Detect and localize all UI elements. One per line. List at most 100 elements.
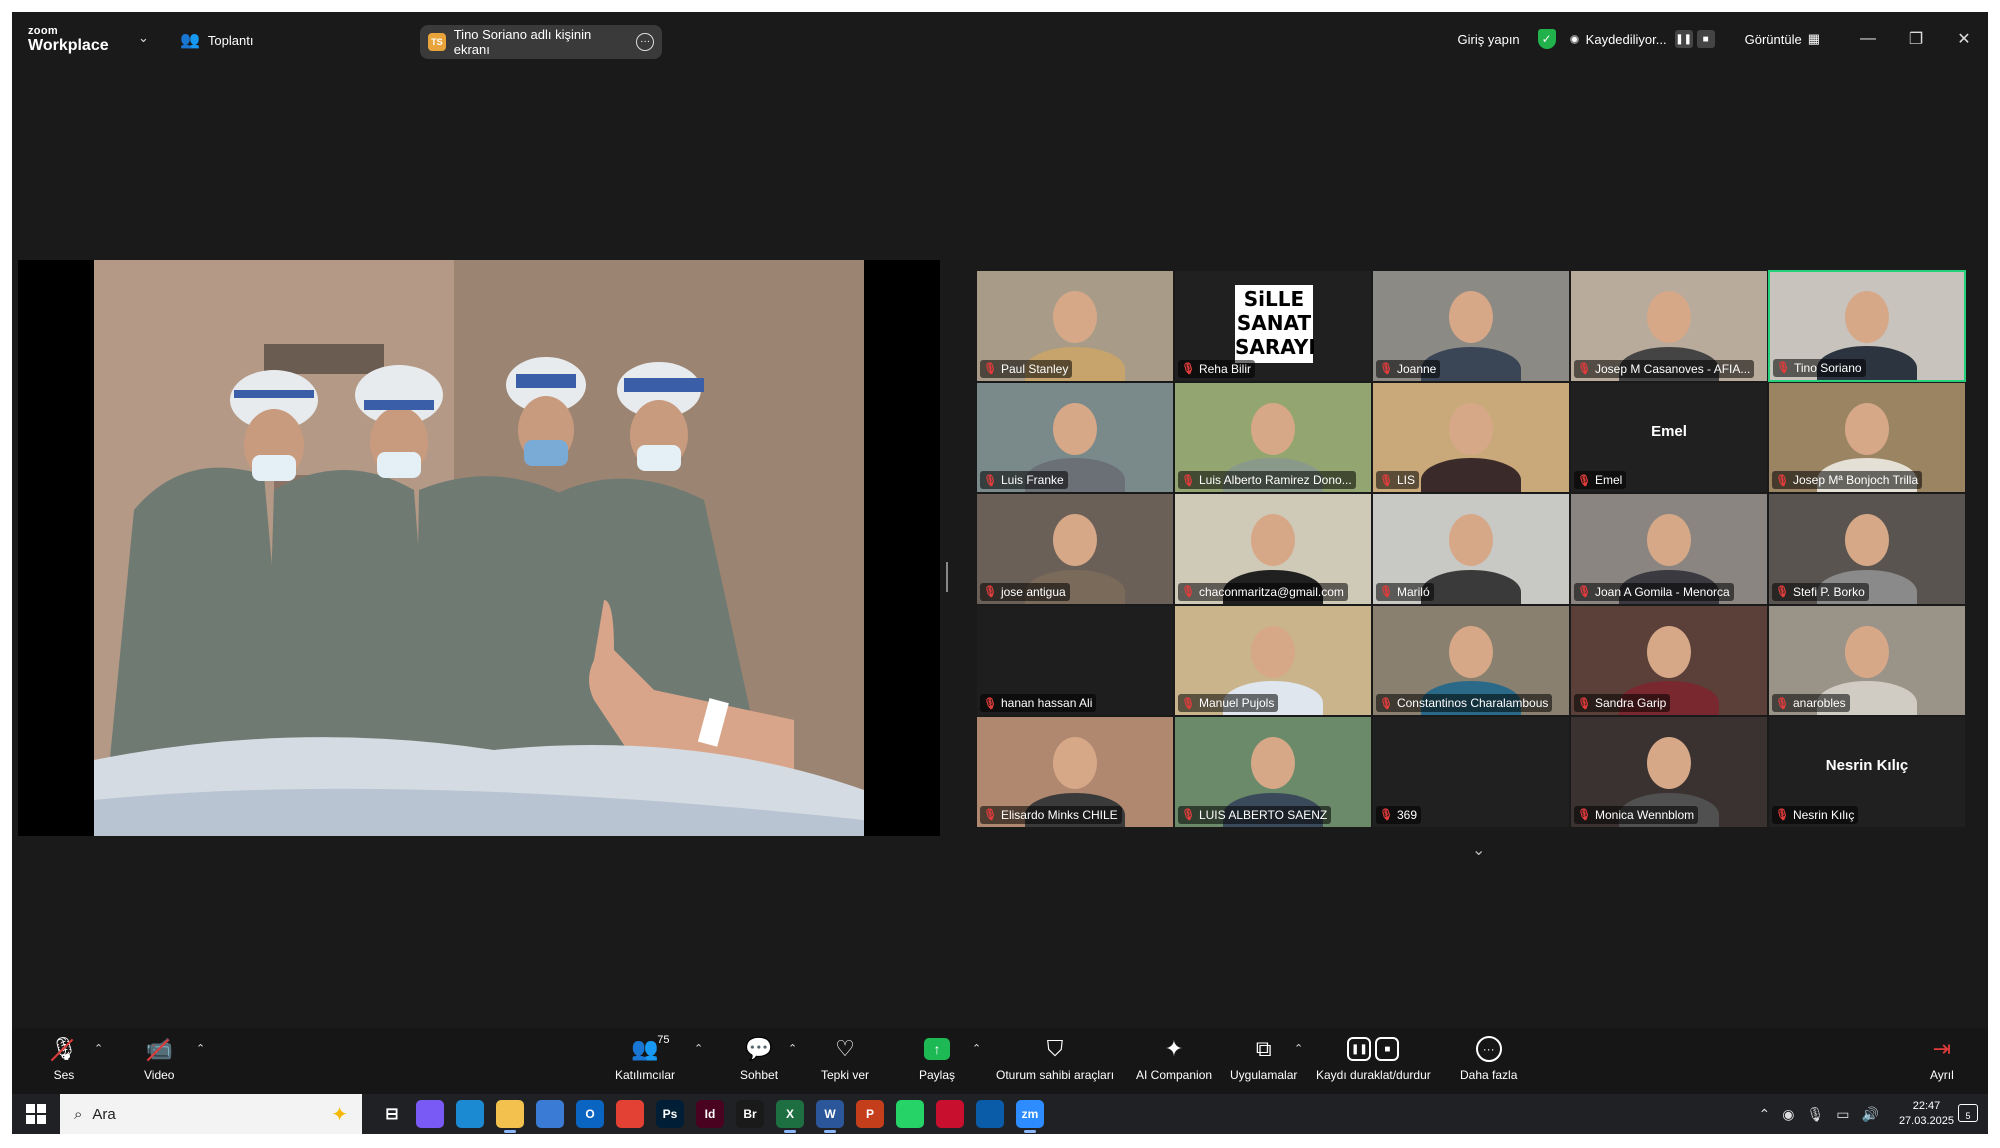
participant-name: Emel: [1594, 473, 1623, 488]
chat-icon: 💬: [745, 1036, 773, 1061]
meeting-info-button[interactable]: 👥 Toplantı: [180, 30, 253, 50]
task-view-icon[interactable]: ⊟: [378, 1100, 406, 1128]
participant-tile[interactable]: 🎙 Luis Alberto Ramirez Dono...: [1174, 381, 1372, 494]
apps-caret-icon[interactable]: ⌃: [1294, 1042, 1303, 1055]
mic-muted-icon: 🎙: [1181, 363, 1195, 376]
chat-label: Sohbet: [740, 1068, 779, 1082]
participant-name-label: 🎙 hanan hassan Ali: [980, 694, 1097, 713]
mic-muted-icon: 🎙: [1577, 586, 1591, 599]
copilot-app-icon[interactable]: [416, 1100, 444, 1128]
scroll-down-chevron-icon[interactable]: ⌄: [1472, 840, 1485, 860]
participant-tile[interactable]: 🎙 Joanne: [1372, 270, 1570, 382]
participant-tile[interactable]: 🎙 Elisardo Minks CHILE: [976, 716, 1174, 828]
zoom-app-icon[interactable]: zm: [1016, 1100, 1044, 1133]
encryption-shield-icon[interactable]: ✓: [1537, 29, 1556, 49]
more-options-icon[interactable]: ···: [636, 33, 654, 51]
participant-tile[interactable]: Nesrin Kılıç 🎙 Nesrin Kılıç: [1768, 716, 1966, 828]
screen-share-indicator[interactable]: TS Tino Soriano adlı kişinin ekranı ···: [420, 25, 662, 59]
close-icon[interactable]: ✕: [1940, 29, 1988, 49]
participant-name: hanan hassan Ali: [1000, 696, 1093, 711]
ai-companion-button[interactable]: ✦ AI Companion: [1136, 1036, 1212, 1082]
system-clock[interactable]: 22:47 27.03.2025: [1899, 1099, 1954, 1129]
chrome-app-icon[interactable]: [616, 1100, 644, 1128]
video-button[interactable]: 📹 Video: [144, 1036, 174, 1082]
react-button[interactable]: ♡ Tepki ver: [821, 1036, 869, 1082]
participants-button[interactable]: 👥 75 Katılımcılar: [615, 1034, 675, 1082]
whatsapp-app-icon[interactable]: [896, 1100, 924, 1128]
mic-muted-icon: 🎙: [1379, 474, 1393, 487]
chat-button[interactable]: 💬 Sohbet: [740, 1036, 778, 1082]
participant-tile[interactable]: 🎙 Sandra Garip: [1570, 604, 1768, 717]
participant-tile[interactable]: 🎙 Monica Wennblom: [1570, 716, 1768, 828]
participant-face: [1053, 514, 1097, 567]
leave-button[interactable]: ⇥ Ayrıl: [1930, 1036, 1954, 1082]
chevron-down-icon[interactable]: ⌄: [138, 30, 149, 46]
mic-muted-icon: 🎙: [1775, 586, 1789, 599]
speaker-icon[interactable]: 🔊: [1862, 1106, 1879, 1123]
recording-control-button[interactable]: ❚❚ ■ Kaydı duraklat/durdur: [1316, 1036, 1431, 1082]
taskbar-search-box[interactable]: ⌕ Ara ✦: [60, 1094, 362, 1134]
participants-caret-icon[interactable]: ⌃: [694, 1042, 703, 1055]
app-blue-app-icon[interactable]: [976, 1100, 1004, 1128]
restore-icon[interactable]: ❐: [1892, 29, 1940, 49]
app-red-app-icon[interactable]: [936, 1100, 964, 1128]
zoom-logo[interactable]: zoom Workplace: [28, 26, 109, 54]
participant-tile[interactable]: 🎙 Tino Soriano: [1768, 270, 1966, 382]
participant-tile[interactable]: 🎙 Stefi P. Borko: [1768, 493, 1966, 605]
bridge-app-icon[interactable]: Br: [736, 1100, 764, 1128]
participant-tile[interactable]: 🎙 Josep M Casanoves - AFIA...: [1570, 270, 1768, 382]
split-view-divider[interactable]: [946, 562, 950, 592]
edge-app-icon[interactable]: [456, 1100, 484, 1128]
stop-recording-icon[interactable]: ■: [1696, 30, 1715, 48]
show-hidden-icons-icon[interactable]: ⌃: [1759, 1106, 1771, 1123]
minimize-icon[interactable]: —: [1844, 30, 1892, 48]
participant-tile[interactable]: 🎙 Constantinos Charalambous: [1372, 604, 1570, 717]
participant-tile[interactable]: 🎙 369: [1372, 716, 1570, 828]
participant-tile[interactable]: 🎙 LIS: [1372, 381, 1570, 494]
audio-options-caret-icon[interactable]: ⌃: [94, 1042, 103, 1055]
participant-name: Nesrin Kılıç: [1792, 807, 1855, 822]
photoshop-app-icon[interactable]: Ps: [656, 1100, 684, 1128]
more-button[interactable]: ··· Daha fazla: [1460, 1036, 1517, 1082]
powerpoint-app-icon[interactable]: P: [856, 1100, 884, 1128]
windows-start-icon[interactable]: [26, 1104, 46, 1124]
host-tools-button[interactable]: ⛉ Oturum sahibi araçları: [996, 1036, 1114, 1082]
participant-tile[interactable]: 🎙 LUIS ALBERTO SAENZ: [1174, 716, 1372, 828]
chat-caret-icon[interactable]: ⌃: [788, 1042, 797, 1055]
sign-in-button[interactable]: Giriş yapın: [1458, 32, 1520, 47]
indesign-app-icon[interactable]: Id: [696, 1100, 724, 1128]
participant-tile[interactable]: 🎙 hanan hassan Ali: [976, 604, 1174, 717]
participant-name-label: 🎙 Manuel Pujols: [1178, 694, 1279, 713]
participant-tile[interactable]: 🎙 Paul Stanley: [976, 270, 1174, 382]
participant-tile[interactable]: 🎙 chaconmaritza@gmail.com: [1174, 493, 1372, 605]
participant-face: [1845, 625, 1889, 678]
network-icon[interactable]: ▭: [1836, 1106, 1849, 1123]
participant-tile[interactable]: 🎙 Josep Mª Bonjoch Trilla: [1768, 381, 1966, 494]
participant-tile[interactable]: 🎙 jose antigua: [976, 493, 1174, 605]
microphone-icon[interactable]: 🎙: [1806, 1106, 1824, 1123]
explorer-app-icon[interactable]: [496, 1100, 524, 1133]
participant-tile[interactable]: 🎙 Manuel Pujols: [1174, 604, 1372, 717]
participant-tile[interactable]: 🎙 anarobles: [1768, 604, 1966, 717]
participant-tile[interactable]: Emel 🎙 Emel: [1570, 381, 1768, 494]
audio-button[interactable]: 🎙 Ses: [50, 1036, 78, 1082]
store-app-icon[interactable]: [536, 1100, 564, 1128]
outlook-app-icon[interactable]: O: [576, 1100, 604, 1128]
word-app-icon[interactable]: W: [816, 1100, 844, 1133]
view-button[interactable]: Görüntüle ▦: [1745, 31, 1820, 47]
participant-name-label: 🎙 anarobles: [1772, 694, 1850, 713]
participant-tile[interactable]: 🎙 Mariló: [1372, 493, 1570, 605]
camera-privacy-icon[interactable]: ◉: [1782, 1106, 1794, 1123]
pause-recording-icon[interactable]: ❚❚: [1674, 30, 1693, 48]
participant-tile[interactable]: 🎙 Joan A Gomila - Menorca: [1570, 493, 1768, 605]
video-options-caret-icon[interactable]: ⌃: [196, 1042, 205, 1055]
participant-name: Elisardo Minks CHILE: [1000, 807, 1118, 822]
participant-tile[interactable]: 🎙 Luis Franke: [976, 381, 1174, 494]
share-caret-icon[interactable]: ⌃: [972, 1042, 981, 1055]
excel-app-icon[interactable]: X: [776, 1100, 804, 1133]
notification-icon[interactable]: 5: [1958, 1104, 1978, 1122]
apps-button[interactable]: ⧉ Uygulamalar: [1230, 1036, 1297, 1082]
participant-tile[interactable]: SiLLE SANAT SARAYI 🎙 Reha Bilir: [1174, 270, 1372, 382]
participant-name-label: 🎙 Mariló: [1376, 582, 1434, 601]
share-button[interactable]: ↑ Paylaş: [919, 1036, 955, 1082]
